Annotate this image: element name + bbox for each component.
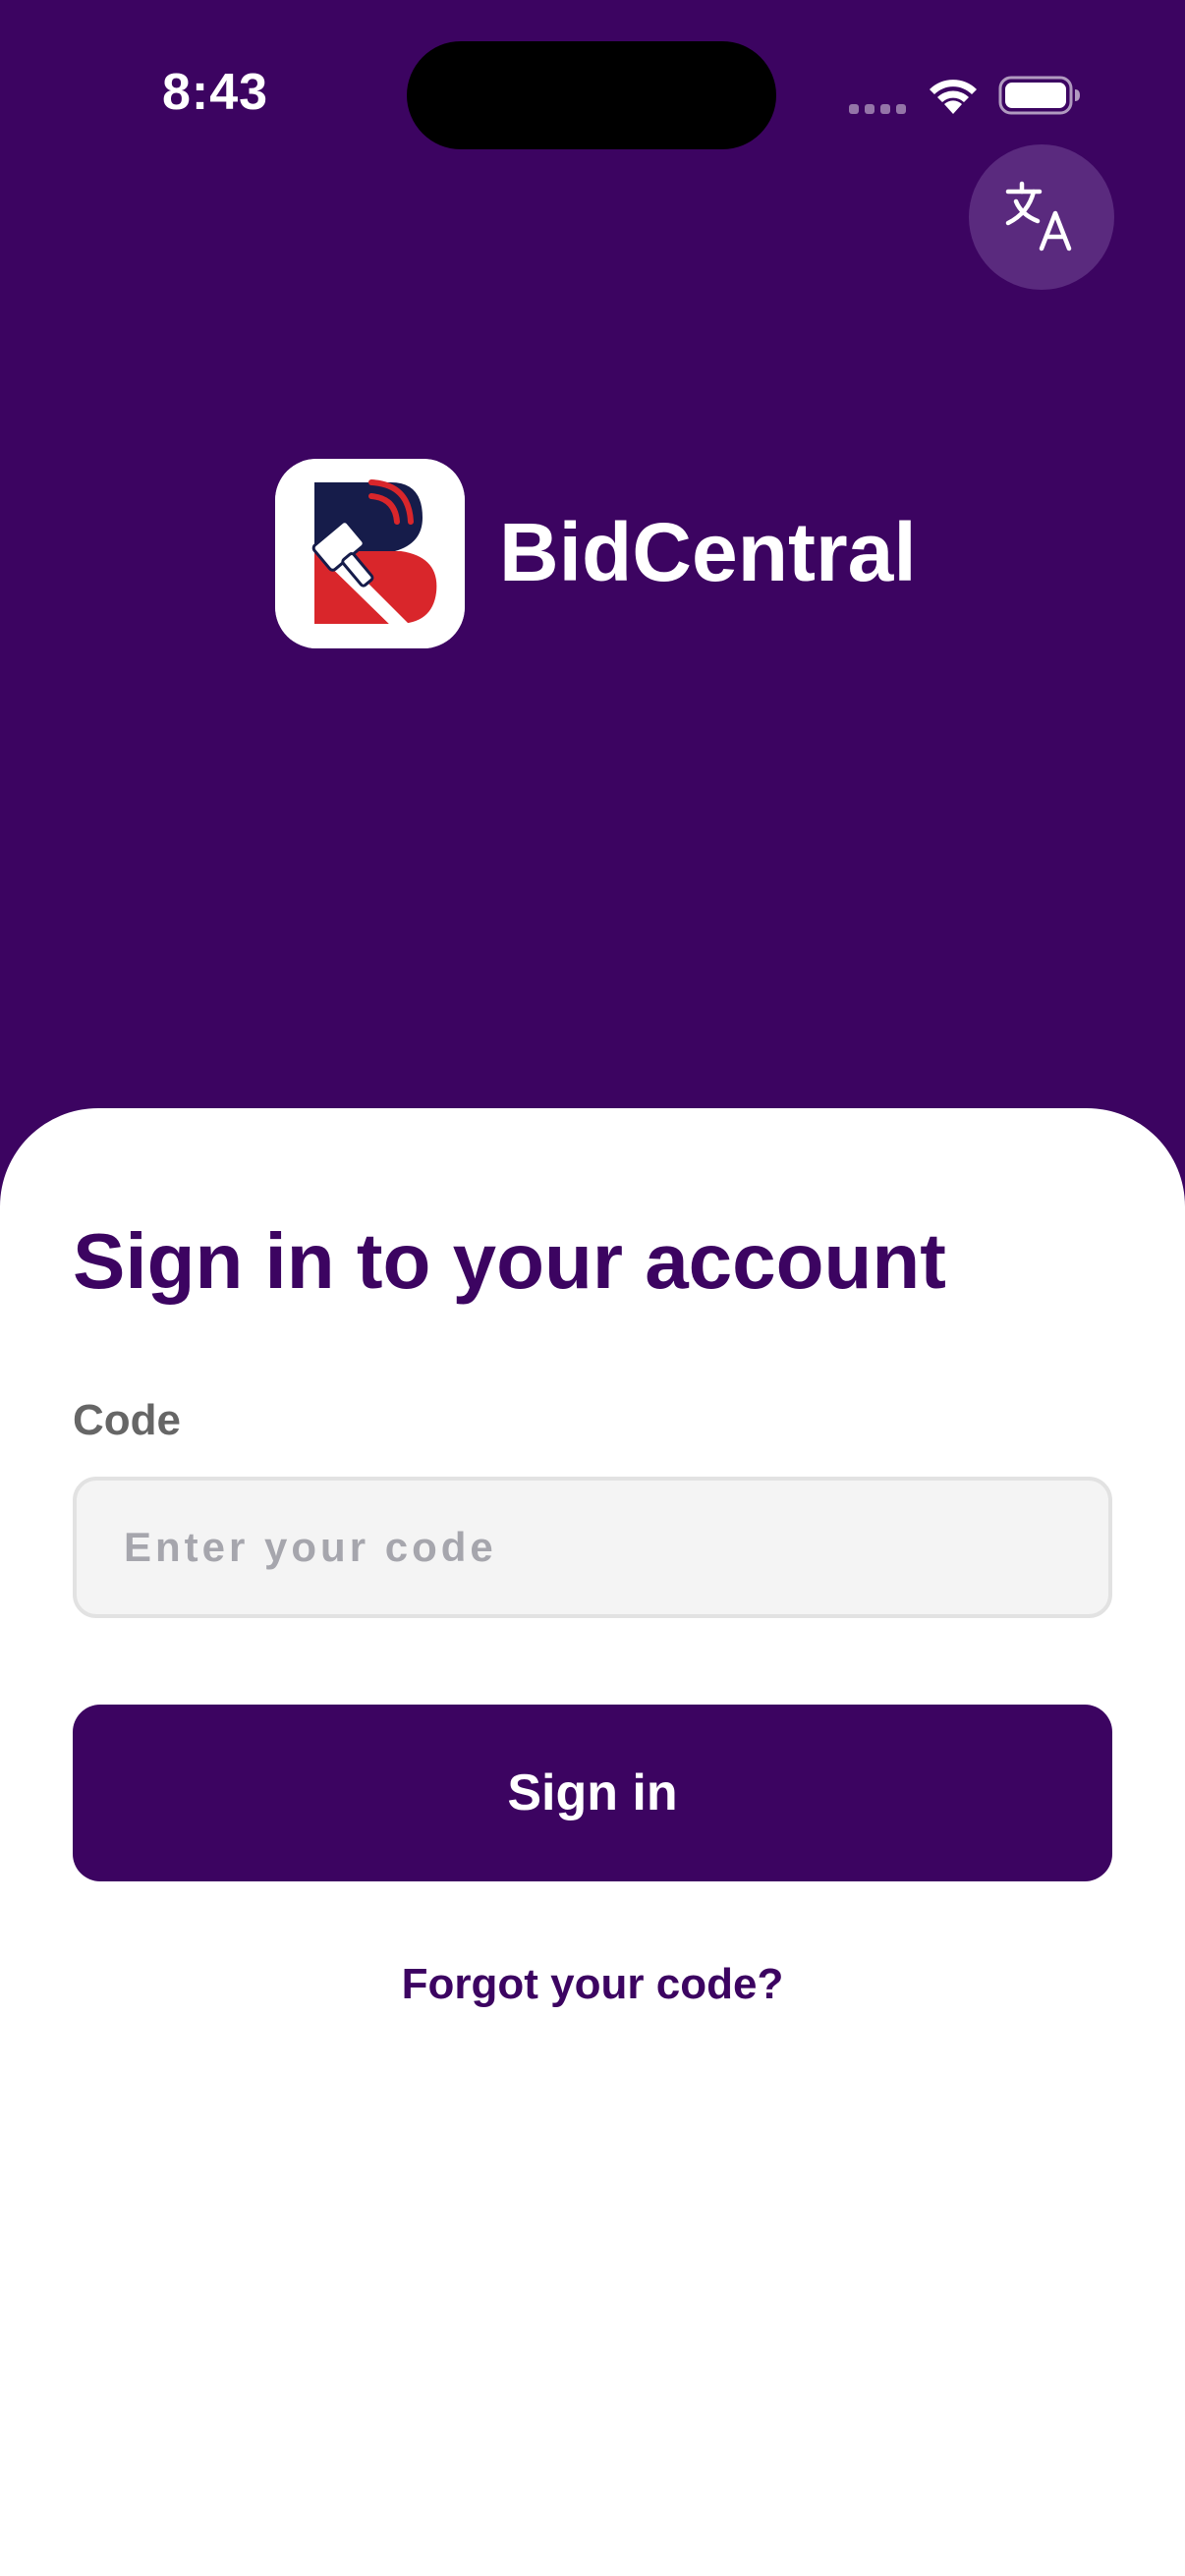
code-label: Code	[73, 1396, 181, 1444]
bidcentral-logo-icon	[275, 459, 465, 648]
forgot-code-link[interactable]: Forgot your code?	[0, 1955, 1185, 2014]
dynamic-island	[407, 41, 776, 149]
sign-in-button[interactable]: Sign in	[73, 1705, 1112, 1881]
status-time: 8:43	[162, 64, 269, 121]
page-title: Sign in to your account	[73, 1217, 946, 1305]
battery-icon	[998, 76, 1080, 115]
translate-button[interactable]	[969, 144, 1114, 290]
translate-icon	[1005, 181, 1072, 252]
app-logo	[275, 459, 465, 648]
app-screen: 8:43 BidCentral Sign in to your account …	[0, 0, 1185, 2576]
app-name: BidCentral	[499, 506, 917, 598]
wifi-icon	[930, 80, 977, 114]
code-input[interactable]	[73, 1477, 1112, 1618]
cellular-signal-icon	[849, 104, 906, 114]
